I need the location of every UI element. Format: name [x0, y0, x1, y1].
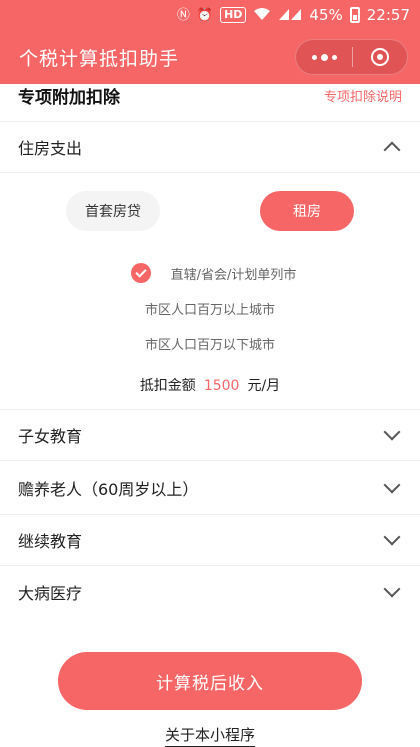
city-option-3[interactable]: 市区人口百万以下城市	[0, 332, 420, 354]
category-row-continuing-education[interactable]: 继续教育	[0, 515, 420, 566]
city-option-1[interactable]: 直辖/省会/计划单列市	[0, 262, 420, 284]
chevron-down-icon	[383, 423, 401, 441]
city-option-2[interactable]: 市区人口百万以上城市	[0, 297, 420, 319]
category-row-children-education[interactable]: 子女教育	[0, 410, 420, 461]
chevron-down-icon	[383, 528, 401, 546]
hd-badge: HD	[220, 7, 247, 23]
chevron-up-icon	[383, 141, 401, 159]
city-option-label: 市区人口百万以下城市	[144, 337, 275, 353]
amount-label: 抵扣金额	[139, 378, 196, 394]
chevron-down-icon	[383, 580, 401, 597]
checked-icon	[131, 263, 151, 283]
checkmark-icon	[135, 265, 147, 278]
category-row-elderly-support[interactable]: 赡养老人（60周岁以上）	[0, 461, 420, 515]
about-link[interactable]: 关于本小程序	[0, 724, 420, 747]
housing-row[interactable]: 住房支出	[0, 122, 420, 173]
more-dots-icon-center	[320, 53, 328, 61]
mini-program-close-icon	[371, 48, 389, 66]
housing-label: 住房支出	[18, 139, 83, 158]
more-button[interactable]	[296, 40, 352, 74]
wifi-icon	[253, 7, 271, 24]
close-button[interactable]	[353, 40, 407, 74]
section-title: 专项附加扣除	[18, 88, 120, 108]
deduction-amount: 抵扣金额 1500 元/月	[0, 375, 420, 395]
alarm-icon: ⏰	[196, 7, 214, 23]
amount-unit: 元/月	[247, 378, 281, 394]
category-label: 继续教育	[18, 532, 83, 551]
page-title: 个税计算抵扣助手	[19, 47, 180, 70]
chevron-down-icon	[383, 476, 401, 493]
category-label: 大病医疗	[18, 583, 83, 603]
battery-percent: 45%	[309, 6, 343, 24]
more-dots-icon-right	[331, 54, 337, 60]
close-icon-dot	[377, 54, 383, 60]
deduction-explanation-link[interactable]: 专项扣除说明	[324, 86, 402, 105]
rent-button[interactable]: 租房	[260, 191, 354, 231]
category-row-serious-illness[interactable]: 大病医疗	[0, 566, 420, 617]
signal-icon	[278, 7, 302, 24]
mini-program-capsule	[295, 39, 408, 75]
more-dots-icon	[311, 54, 317, 60]
city-option-label: 直辖/省会/计划单列市	[170, 267, 297, 283]
battery-icon	[349, 7, 360, 23]
mortgage-button[interactable]: 首套房贷	[66, 191, 160, 231]
clock: 22:57	[366, 6, 410, 24]
status-bar: Ⓝ ⏰ HD 45% 22:57	[0, 0, 420, 30]
category-label: 子女教育	[18, 427, 83, 446]
category-label: 赡养老人（60周岁以上）	[18, 479, 199, 499]
housing-panel: 首套房贷 租房 直辖/省会/计划单列市 市区人口百万以上城市 市区人口百万以下城…	[0, 173, 420, 410]
calculate-after-tax-button[interactable]: 计算税后收入	[58, 652, 362, 710]
about-link-label: 关于本小程序	[164, 726, 255, 747]
nav-bar: 个税计算抵扣助手	[0, 30, 420, 84]
nfc-icon: Ⓝ	[176, 7, 190, 23]
section-header: 专项附加扣除 专项扣除说明	[0, 84, 420, 122]
city-option-label: 市区人口百万以上城市	[144, 302, 275, 318]
amount-value: 1500	[203, 378, 240, 394]
